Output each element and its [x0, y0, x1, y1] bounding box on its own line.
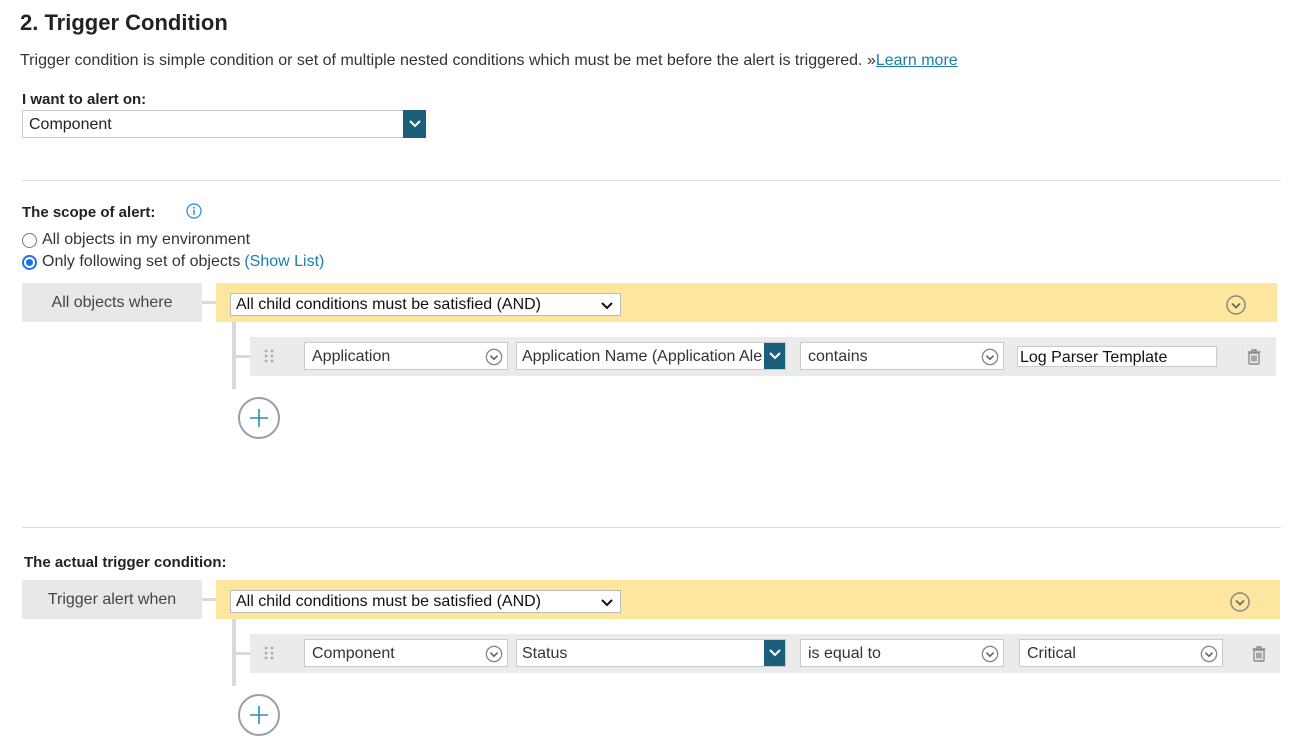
trigger-condition-value-select[interactable]: Critical: [1019, 639, 1223, 667]
plus-icon: [250, 409, 268, 427]
circle-chevron-down-icon: [485, 348, 503, 369]
trigger-condition-operator: is equal to: [808, 645, 881, 662]
trigger-condition-object: Component: [312, 645, 395, 662]
circle-chevron-down-icon: [981, 645, 999, 666]
scope-option-following-label: Only following set of objects: [42, 253, 241, 270]
add-scope-condition-button[interactable]: [238, 397, 280, 439]
chevron-down-icon: [601, 298, 613, 316]
scope-option-all-label: All objects in my environment: [42, 231, 251, 248]
scope-option-following[interactable]: Only following set of objects (Show List…: [22, 253, 324, 271]
scope-group-label: All objects where: [22, 283, 202, 322]
scope-condition-object: Application: [312, 348, 391, 365]
description-text: Trigger condition is simple condition or…: [20, 52, 876, 69]
circle-chevron-down-icon: [485, 645, 503, 666]
alert-on-value: Component: [29, 116, 112, 133]
scope-group-operator-select[interactable]: All child conditions must be satisfied (…: [230, 293, 621, 316]
scope-label: The scope of alert:: [22, 204, 156, 221]
section-description: Trigger condition is simple condition or…: [20, 52, 958, 70]
trigger-group-label: Trigger alert when: [22, 580, 202, 619]
trigger-condition-value: Critical: [1027, 645, 1076, 662]
connector: [236, 355, 250, 358]
drag-handle-icon[interactable]: [264, 646, 274, 665]
scope-condition-operator-select[interactable]: contains: [800, 342, 1004, 370]
trash-icon[interactable]: [1251, 645, 1267, 668]
chevron-down-icon[interactable]: [764, 640, 785, 666]
alert-on-label: I want to alert on:: [22, 91, 147, 108]
scope-condition-value-input[interactable]: Log Parser Template: [1017, 346, 1217, 367]
trigger-condition-property-select[interactable]: Status: [516, 639, 786, 667]
scope-option-all[interactable]: All objects in my environment: [22, 231, 250, 249]
chevron-down-icon: [601, 595, 613, 613]
learn-more-link[interactable]: Learn more: [876, 52, 958, 69]
radio-all-objects[interactable]: [22, 232, 37, 248]
circle-chevron-down-icon[interactable]: [1226, 295, 1246, 320]
scope-condition-operator: contains: [808, 348, 868, 365]
trigger-group-operator: All child conditions must be satisfied (…: [236, 593, 542, 610]
add-trigger-condition-button[interactable]: [238, 694, 280, 736]
trigger-condition-property: Status: [522, 645, 568, 662]
circle-chevron-down-icon[interactable]: [1230, 592, 1250, 617]
chevron-down-icon[interactable]: [403, 110, 426, 138]
page-title: 2. Trigger Condition: [20, 10, 228, 35]
plus-icon: [250, 706, 268, 724]
trigger-condition-operator-select[interactable]: is equal to: [800, 639, 1004, 667]
connector: [236, 652, 250, 655]
divider: [22, 527, 1281, 528]
circle-chevron-down-icon: [1200, 645, 1218, 666]
scope-condition-value: Log Parser Template: [1020, 349, 1168, 366]
scope-condition-property-select[interactable]: Application Name (Application Ale: [516, 342, 786, 370]
connector: [202, 301, 216, 304]
circle-chevron-down-icon: [981, 348, 999, 369]
scope-condition-property: Application Name (Application Ale: [522, 348, 763, 365]
show-list-link[interactable]: (Show List): [244, 253, 324, 271]
alert-on-select[interactable]: Component: [22, 110, 426, 138]
divider: [22, 180, 1281, 181]
scope-condition-object-select[interactable]: Application: [304, 342, 508, 370]
drag-handle-icon[interactable]: [264, 349, 274, 368]
trash-icon[interactable]: [1246, 348, 1262, 371]
connector: [202, 598, 216, 601]
trigger-group-operator-select[interactable]: All child conditions must be satisfied (…: [230, 590, 621, 613]
scope-group-operator: All child conditions must be satisfied (…: [236, 296, 542, 313]
trigger-condition-object-select[interactable]: Component: [304, 639, 508, 667]
radio-following-objects[interactable]: [22, 254, 37, 270]
trigger-label: The actual trigger condition:: [24, 554, 227, 571]
info-icon[interactable]: [186, 203, 202, 224]
chevron-down-icon[interactable]: [764, 343, 785, 369]
